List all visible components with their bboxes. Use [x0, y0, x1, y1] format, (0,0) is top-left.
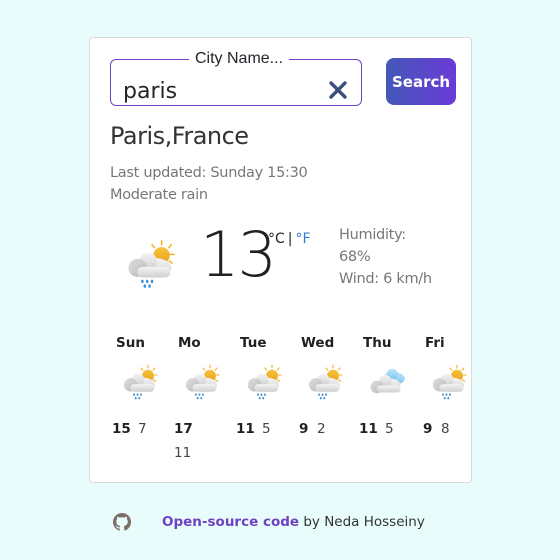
sun-cloud-rain-icon [123, 238, 181, 290]
weather-details: Humidity: 68% Wind: 6 km/h [339, 224, 432, 290]
forecast-max-temp: 11 [359, 421, 378, 437]
author-credit: by Neda Hosseiny [299, 514, 425, 530]
city-search-legend: City Name... [195, 50, 284, 67]
sun-cloud-rain-icon [182, 363, 224, 401]
forecast-min-temp: 5 [262, 421, 271, 437]
open-source-link[interactable]: Open-source code [162, 514, 299, 530]
city-search-field[interactable]: City Name... [110, 51, 362, 106]
weather-card: City Name... Search Paris,France Last up… [89, 37, 472, 483]
weather-condition: Moderate rain [110, 187, 208, 203]
sun-cloud-rain-icon [305, 363, 347, 401]
footer: Open-source code by Neda Hosseiny [0, 512, 560, 536]
city-title: Paris,France [110, 122, 249, 150]
github-icon[interactable] [113, 513, 131, 531]
sun-cloud-rain-icon [429, 363, 471, 401]
forecast-day-name: Sun [116, 335, 145, 351]
city-search-input[interactable] [123, 79, 313, 104]
humidity-label: Humidity: [339, 227, 406, 243]
forecast-day-name: Wed [301, 335, 335, 351]
forecast-max-temp: 9 [423, 421, 433, 437]
fahrenheit-link[interactable]: °F [296, 231, 311, 247]
forecast-max-temp: 15 [112, 421, 131, 437]
unit-toggle: °C | °F [268, 231, 311, 247]
forecast-max-temp: 11 [236, 421, 255, 437]
daily-forecast: Sun 15 7 Mo 17 11 Tue 11 5 Wed 9 2 Thu 1… [104, 333, 474, 473]
humidity-value: 68% [339, 249, 371, 265]
wind-speed: Wind: 6 km/h [339, 271, 432, 287]
forecast-day-name: Mo [178, 335, 201, 351]
cloudy-icon [367, 363, 409, 401]
forecast-max-temp: 9 [299, 421, 309, 437]
forecast-min-temp: 5 [385, 421, 394, 437]
sun-cloud-rain-icon [120, 363, 162, 401]
forecast-min-temp: 11 [174, 445, 192, 461]
forecast-max-temp: 17 [174, 421, 193, 437]
last-updated-text: Last updated: Sunday 15:30 [110, 165, 308, 181]
unit-separator: | [287, 231, 293, 247]
footer-credit: Open-source code by Neda Hosseiny [162, 514, 425, 530]
forecast-min-temp: 8 [441, 421, 450, 437]
forecast-day-name: Thu [363, 335, 392, 351]
close-icon[interactable] [327, 79, 349, 101]
forecast-min-temp: 2 [317, 421, 326, 437]
forecast-min-temp: 7 [138, 421, 147, 437]
sun-cloud-rain-icon [244, 363, 286, 401]
search-button[interactable]: Search [386, 58, 456, 105]
current-temperature: 13 [200, 218, 277, 291]
celsius-unit: °C [268, 231, 285, 247]
forecast-day-name: Tue [240, 335, 267, 351]
forecast-day-name: Fri [425, 335, 445, 351]
